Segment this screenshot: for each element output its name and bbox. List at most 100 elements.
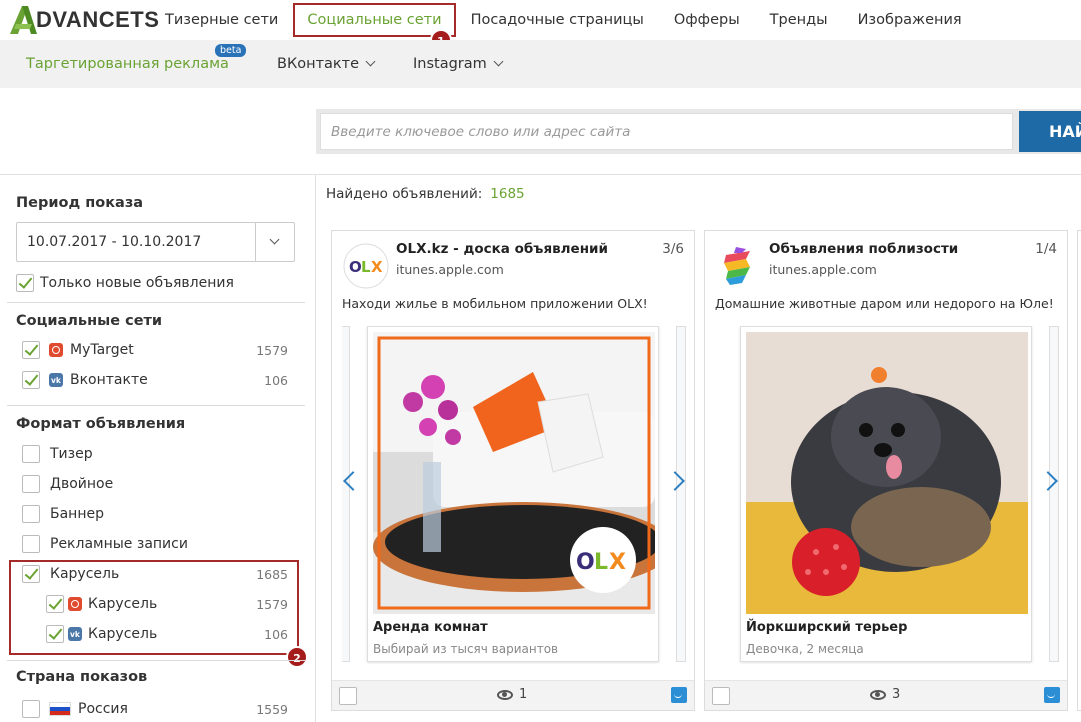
search-button[interactable]: НАЙ xyxy=(1019,111,1081,152)
top-navigation: DVANCETS Тизерные сети Социальные сети П… xyxy=(0,0,1081,51)
chevron-down-icon xyxy=(365,56,376,67)
svg-text:X: X xyxy=(371,258,383,276)
nav-images[interactable]: Изображения xyxy=(843,0,977,40)
filter-mytarget[interactable]: MyTarget 1579 xyxy=(22,338,316,362)
svg-text:L: L xyxy=(594,550,608,575)
ad-card-footer: 1 xyxy=(332,680,694,710)
vk-icon: vk xyxy=(49,373,63,387)
filter-double[interactable]: Двойное xyxy=(22,472,113,496)
filter-promo-posts[interactable]: Рекламные записи xyxy=(22,532,188,556)
annotation-highlight-box xyxy=(9,560,299,655)
filter-label: Рекламные записи xyxy=(50,536,188,552)
advancets-logo[interactable]: DVANCETS xyxy=(8,3,159,37)
promo-posts-checkbox[interactable] xyxy=(22,535,40,553)
section-divider xyxy=(7,405,305,406)
select-ad-checkbox[interactable] xyxy=(339,687,357,705)
mytarget-smile-icon xyxy=(671,687,687,703)
russia-checkbox[interactable] xyxy=(22,700,40,718)
filter-banner[interactable]: Баннер xyxy=(22,502,104,526)
results-label: Найдено объявлений: xyxy=(326,186,483,202)
slide-title: Йоркширский терьер xyxy=(746,620,908,635)
filter-russia[interactable]: Россия 1559 xyxy=(22,697,316,721)
beta-badge: beta xyxy=(215,44,247,57)
results-number: 1685 xyxy=(490,186,525,202)
filter-label: Россия xyxy=(78,701,128,717)
ad-card[interactable]: Объявления поблизости itunes.apple.com 1… xyxy=(704,230,1068,711)
nav-offers[interactable]: Офферы xyxy=(659,0,755,40)
date-range-picker[interactable]: 10.07.2017 - 10.10.2017 xyxy=(16,222,295,262)
subnav-targeted-ads[interactable]: Таргетированная реклама xyxy=(26,40,229,88)
filter-label: Вконтакте xyxy=(70,372,148,388)
eye-icon xyxy=(497,689,513,700)
ad-domain: itunes.apple.com xyxy=(769,262,877,277)
carousel-slide[interactable]: O L X Аренда комнат Выбирай из тысяч вар… xyxy=(367,326,659,662)
filter-vkontakte[interactable]: vk Вконтакте 106 xyxy=(22,368,316,392)
nav-social-networks[interactable]: Социальные сети xyxy=(293,3,456,37)
views-counter: 3 xyxy=(870,687,900,702)
filter-sidebar: Период показа 10.07.2017 - 10.10.2017 То… xyxy=(0,175,316,722)
prev-slide-peek xyxy=(342,326,350,662)
svg-text:X: X xyxy=(609,550,626,575)
russia-flag-icon xyxy=(49,702,71,716)
svg-text:O: O xyxy=(349,258,362,276)
chevron-down-icon xyxy=(269,234,280,245)
date-dropdown-button[interactable] xyxy=(255,223,294,261)
only-new-checkbox-row[interactable]: Только новые объявления xyxy=(16,271,234,295)
ad-format-title: Формат объявления xyxy=(16,416,186,432)
svg-text:L: L xyxy=(361,258,371,276)
filter-count: 1579 xyxy=(256,342,288,358)
ad-card[interactable]: O L X OLX.kz - доска объявлений itunes.a… xyxy=(331,230,695,711)
nav-trends[interactable]: Тренды xyxy=(755,0,843,40)
yula-logo-icon xyxy=(716,243,762,289)
room-rental-image: O L X xyxy=(373,332,655,614)
mytarget-checkbox[interactable] xyxy=(22,341,40,359)
next-slide-peek xyxy=(1049,326,1059,662)
ad-title[interactable]: Объявления поблизости xyxy=(769,241,958,257)
subnav-vkontakte-label: ВКонтакте xyxy=(277,56,360,72)
logo-text: DVANCETS xyxy=(36,7,160,32)
ad-title[interactable]: OLX.kz - доска объявлений xyxy=(396,241,608,257)
select-ad-checkbox[interactable] xyxy=(712,687,730,705)
chevron-down-icon xyxy=(493,56,504,67)
slide-subtitle: Девочка, 2 месяца xyxy=(746,642,864,656)
yorkshire-terrier-image xyxy=(746,332,1028,614)
slide-title: Аренда комнат xyxy=(373,620,488,635)
slide-subtitle: Выбирай из тысяч вариантов xyxy=(373,642,559,656)
svg-text:O: O xyxy=(576,550,595,575)
ad-domain: itunes.apple.com xyxy=(396,262,504,277)
subnav-instagram[interactable]: Instagram xyxy=(413,40,504,88)
ad-text: Домашние животные даром или недорого на … xyxy=(715,296,1054,311)
results-count: Найдено объявлений: 1685 xyxy=(326,186,525,202)
filter-count: 106 xyxy=(264,372,288,388)
subnav-instagram-label: Instagram xyxy=(413,56,487,72)
search-input[interactable] xyxy=(320,113,1013,150)
only-new-checkbox[interactable] xyxy=(16,274,34,292)
double-checkbox[interactable] xyxy=(22,475,40,493)
views-count: 1 xyxy=(519,687,528,702)
ad-card-footer: 3 xyxy=(705,680,1067,710)
section-divider xyxy=(7,660,305,661)
only-new-label: Только новые объявления xyxy=(40,275,234,291)
country-title: Страна показов xyxy=(16,669,148,685)
filter-teaser[interactable]: Тизер xyxy=(22,442,93,466)
carousel: O L X Аренда комнат Выбирай из тысяч вар… xyxy=(342,326,686,664)
vkontakte-checkbox[interactable] xyxy=(22,371,40,389)
carousel: Йоркширский терьер Девочка, 2 месяца xyxy=(715,326,1059,664)
slide-pager: 3/6 xyxy=(662,241,684,257)
next-slide-peek xyxy=(676,326,686,662)
annotation-marker-2: 2 xyxy=(286,646,308,668)
banner-checkbox[interactable] xyxy=(22,505,40,523)
period-title: Период показа xyxy=(16,195,144,211)
ad-card-partial[interactable] xyxy=(1077,230,1081,711)
logo-a-icon xyxy=(10,6,37,34)
views-counter: 1 xyxy=(497,687,527,702)
nav-landing-pages[interactable]: Посадочные страницы xyxy=(456,0,659,40)
date-range-value: 10.07.2017 - 10.10.2017 xyxy=(27,234,202,250)
teaser-checkbox[interactable] xyxy=(22,445,40,463)
subnav-vkontakte[interactable]: ВКонтакте xyxy=(277,40,376,88)
nav-teaser-networks[interactable]: Тизерные сети xyxy=(150,0,293,40)
section-divider xyxy=(7,302,305,303)
carousel-slide[interactable]: Йоркширский терьер Девочка, 2 месяца xyxy=(740,326,1032,662)
search-bar: НАЙ xyxy=(316,109,1081,154)
ad-text: Находи жилье в мобильном приложении OLX! xyxy=(342,296,648,311)
